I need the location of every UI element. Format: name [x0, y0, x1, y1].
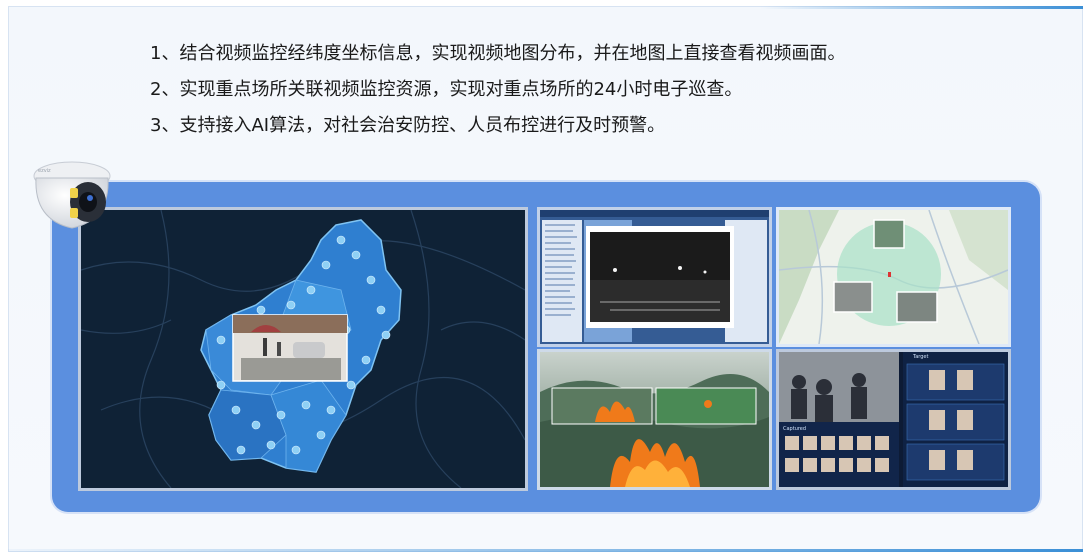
face-recognition-screen: Captured Target [776, 349, 1011, 490]
svg-text:Captured: Captured [783, 426, 806, 432]
video-monitor-icon [540, 210, 769, 344]
fire-icon [540, 352, 769, 487]
dome-camera-icon: ezviz [33, 161, 111, 229]
face-panel-title: Target [913, 354, 929, 360]
feature-point-2: 2、实现重点场所关联视频监控资源，实现对重点场所的24小时电子巡查。 [150, 79, 743, 100]
map-pin-icon [81, 210, 525, 488]
video-map-screen [78, 207, 528, 491]
feature-list: 1、结合视频监控经纬度坐标信息，实现视频地图分布，并在地图上直接查看视频画面。 … [150, 36, 845, 144]
feature-point-3: 3、支持接入AI算法，对社会治安防控、人员布控进行及时预警。 [150, 115, 666, 136]
card-accent-top [760, 6, 1083, 9]
svg-text:ezviz: ezviz [38, 168, 51, 174]
map-icon [779, 210, 1008, 344]
fire-warning-screen [537, 349, 772, 490]
video-monitor-screen [537, 207, 772, 347]
card-accent-bottom [8, 549, 1083, 552]
face-recognition-icon: Captured [779, 352, 1008, 487]
gis-map-screen [776, 207, 1011, 347]
feature-point-1: 1、结合视频监控经纬度坐标信息，实现视频地图分布，并在地图上直接查看视频画面。 [150, 43, 846, 64]
